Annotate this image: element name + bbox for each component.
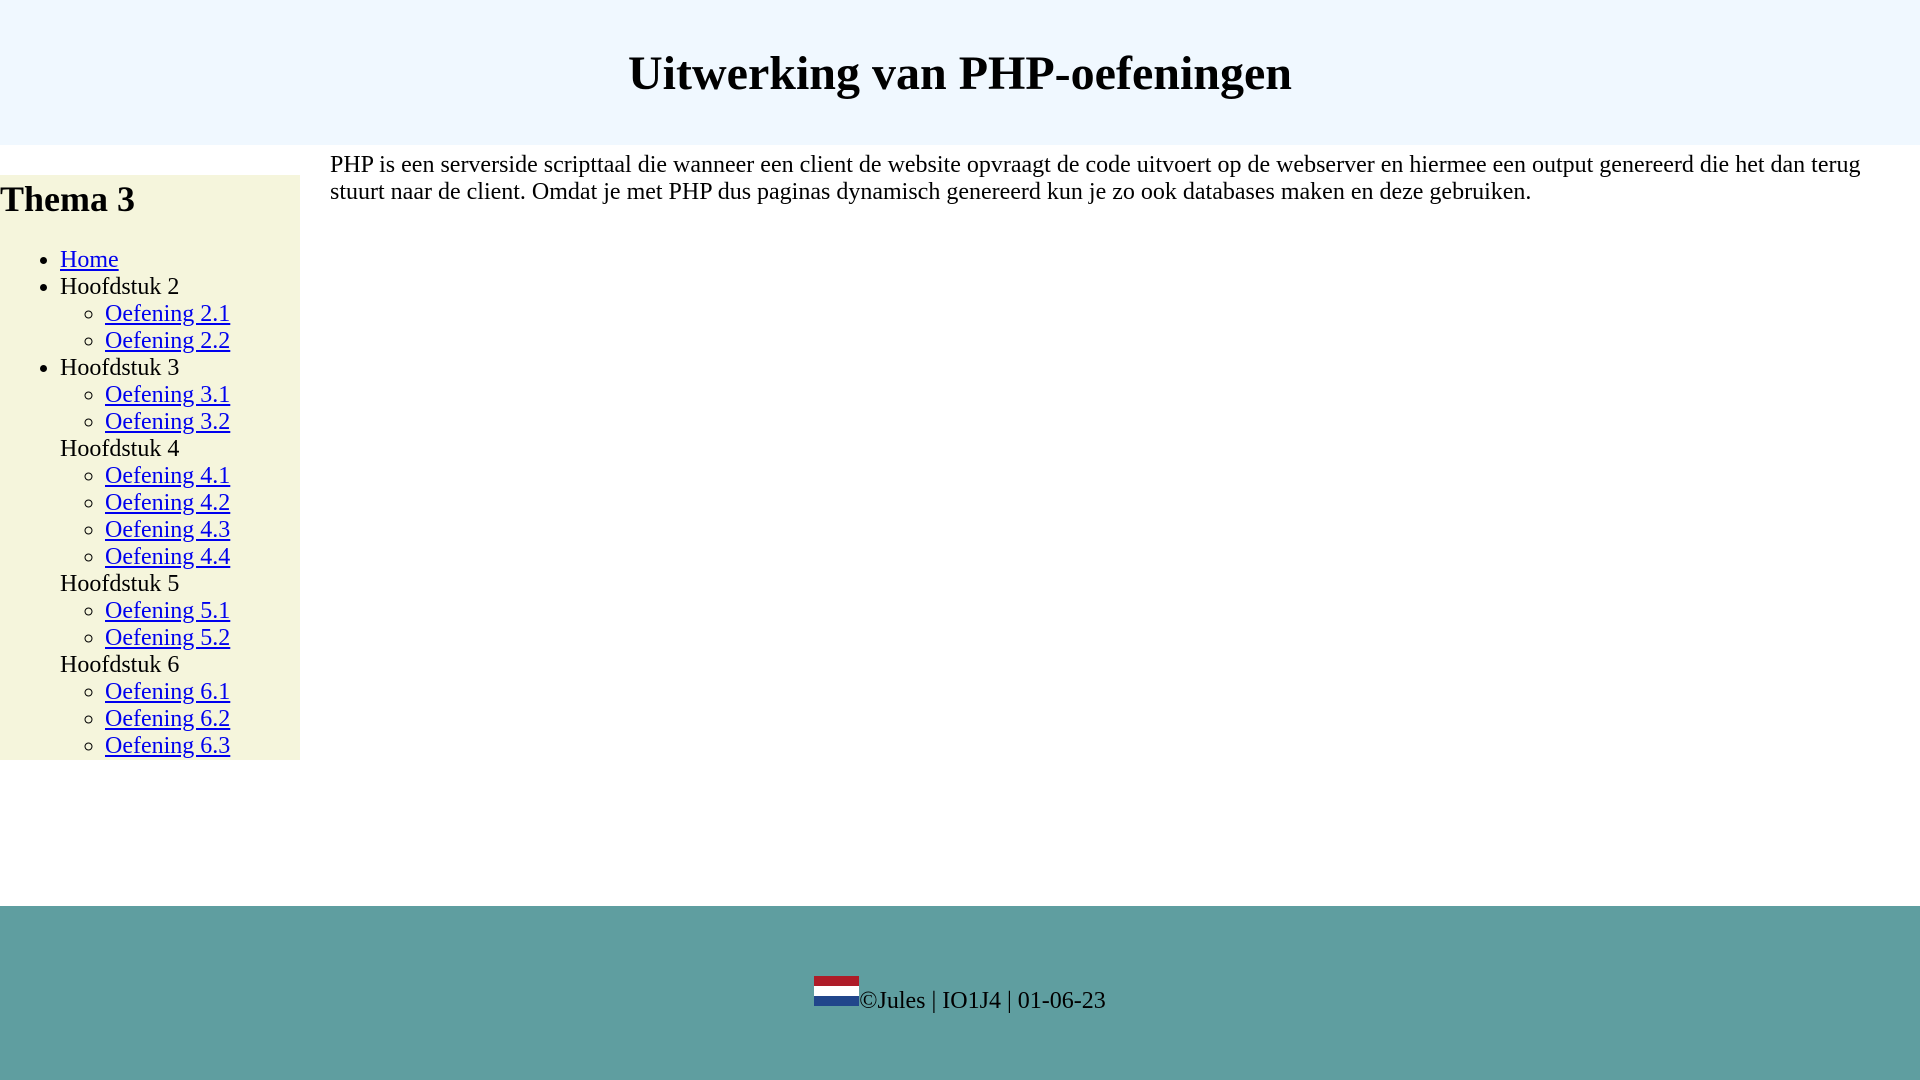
list-item: Oefening 4.4: [105, 544, 230, 571]
sidebar-nav: Home Hoofdstuk 2 Oefening 2.1 Oefening 2…: [0, 247, 230, 760]
list-item: Oefening 2.1: [105, 301, 230, 328]
list-item: Oefening 5.2: [105, 625, 230, 652]
exercise-list: Oefening 6.1 Oefening 6.2 Oefening 6.3: [60, 679, 230, 760]
nav-item-home: Home: [60, 247, 230, 274]
list-item: Oefening 6.3: [105, 733, 230, 760]
nav-item-chapter-6: Hoofdstuk 6 Oefening 6.1 Oefening 6.2 Oe…: [60, 652, 230, 760]
list-item: Oefening 4.2: [105, 490, 230, 517]
nav-link-oefening-4-2[interactable]: Oefening 4.2: [105, 490, 230, 516]
page-header: Uitwerking van PHP-oefeningen: [0, 0, 1920, 145]
list-item: Oefening 6.1: [105, 679, 230, 706]
nav-link-home[interactable]: Home: [60, 247, 119, 273]
list-item: Oefening 5.1: [105, 598, 230, 625]
nav-link-oefening-4-4[interactable]: Oefening 4.4: [105, 544, 230, 570]
sidebar-title: Thema 3: [0, 179, 135, 219]
page-title: Uitwerking van PHP-oefeningen: [628, 47, 1292, 100]
flag-stripe-white: [814, 986, 860, 996]
footer-text: ©Jules | IO1J4 | 01-06-23: [859, 988, 1106, 1014]
chapter-label: Hoofdstuk 4: [60, 436, 180, 462]
exercise-list: Oefening 3.1 Oefening 3.2: [60, 382, 230, 436]
nav-item-chapter-5: Hoofdstuk 5 Oefening 5.1 Oefening 5.2: [60, 571, 230, 652]
footer-line: ©Jules | IO1J4 | 01-06-23: [0, 976, 1920, 1016]
list-item: Oefening 2.2: [105, 328, 230, 355]
nav-item-chapter-2: Hoofdstuk 2 Oefening 2.1 Oefening 2.2: [60, 274, 230, 355]
nav-link-oefening-6-3[interactable]: Oefening 6.3: [105, 733, 230, 759]
nav-link-oefening-6-1[interactable]: Oefening 6.1: [105, 679, 230, 705]
nav-link-oefening-4-1[interactable]: Oefening 4.1: [105, 463, 230, 489]
chapter-label: Hoofdstuk 6: [60, 652, 180, 678]
nav-link-oefening-4-3[interactable]: Oefening 4.3: [105, 517, 230, 543]
flag-stripe-red: [814, 976, 860, 986]
list-item: Oefening 3.2: [105, 409, 230, 436]
chapter-label: Hoofdstuk 3: [60, 355, 180, 381]
list-item: Oefening 4.3: [105, 517, 230, 544]
chapter-label: Hoofdstuk 2: [60, 274, 180, 300]
exercise-list: Oefening 5.1 Oefening 5.2: [60, 598, 230, 652]
exercise-list: Oefening 2.1 Oefening 2.2: [60, 301, 230, 355]
list-item: Oefening 6.2: [105, 706, 230, 733]
nav-item-chapter-3: Hoofdstuk 3 Oefening 3.1 Oefening 3.2: [60, 355, 230, 436]
nav-link-oefening-2-1[interactable]: Oefening 2.1: [105, 301, 230, 327]
nav-item-chapter-4: Hoofdstuk 4 Oefening 4.1 Oefening 4.2 Oe…: [60, 436, 230, 571]
nav-link-oefening-3-1[interactable]: Oefening 3.1: [105, 382, 230, 408]
nav-link-oefening-5-2[interactable]: Oefening 5.2: [105, 625, 230, 651]
netherlands-flag-icon: [814, 976, 860, 1006]
flag-stripe-blue: [814, 996, 860, 1006]
nav-link-oefening-5-1[interactable]: Oefening 5.1: [105, 598, 230, 624]
nav-link-oefening-2-2[interactable]: Oefening 2.2: [105, 328, 230, 354]
nav-link-oefening-3-2[interactable]: Oefening 3.2: [105, 409, 230, 435]
sidebar: Thema 3 Home Hoofdstuk 2 Oefening 2.1 Oe…: [0, 175, 300, 760]
chapter-label: Hoofdstuk 5: [60, 571, 180, 597]
nav-link-oefening-6-2[interactable]: Oefening 6.2: [105, 706, 230, 732]
intro-paragraph: PHP is een serverside scripttaal die wan…: [330, 152, 1861, 205]
list-item: Oefening 4.1: [105, 463, 230, 490]
exercise-list: Oefening 4.1 Oefening 4.2 Oefening 4.3 O…: [60, 463, 230, 571]
list-item: Oefening 3.1: [105, 382, 230, 409]
page-footer: ©Jules | IO1J4 | 01-06-23: [0, 906, 1920, 1080]
